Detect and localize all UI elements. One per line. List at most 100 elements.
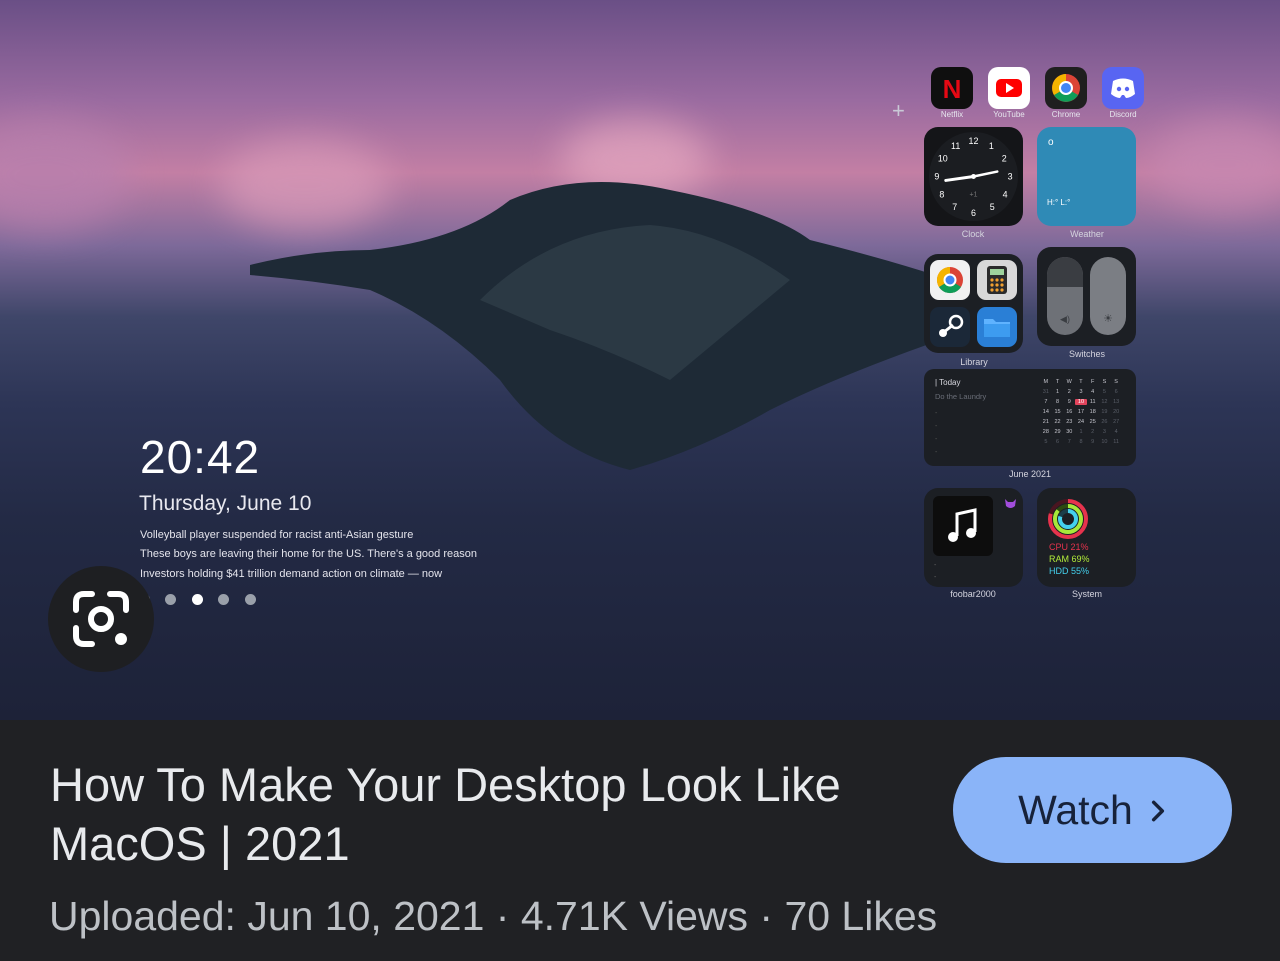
activity-rings-icon — [1048, 499, 1088, 539]
app-label: Netflix — [940, 110, 964, 119]
clock-number: 6 — [971, 208, 976, 218]
widget-label: Clock — [961, 229, 985, 239]
analog-clock: 12 1 2 3 4 5 6 7 8 9 10 11 +1 — [928, 131, 1019, 222]
watch-button-label: Watch — [1018, 786, 1133, 833]
calendar-day[interactable]: 30 — [1063, 429, 1075, 435]
calendar-day[interactable]: 3 — [1099, 429, 1111, 435]
discord-icon[interactable] — [1102, 67, 1144, 109]
calendar-day[interactable]: 8 — [1075, 439, 1087, 445]
calendar-day[interactable]: 4 — [1087, 389, 1099, 395]
sun-icon: ☀ — [1103, 313, 1113, 325]
album-art — [933, 496, 993, 556]
calendar-day[interactable]: 25 — [1087, 419, 1099, 425]
clock-offset: +1 — [970, 191, 978, 198]
calendar-day[interactable]: 14 — [1040, 409, 1052, 415]
calendar-day[interactable]: 7 — [1040, 399, 1052, 405]
carousel-dot[interactable] — [245, 594, 256, 605]
clock-time: 20:42 — [140, 431, 261, 483]
calendar-day[interactable]: 10 — [1099, 439, 1111, 445]
calendar-day[interactable]: 2 — [1063, 389, 1075, 395]
video-title[interactable]: How To Make Your Desktop Look Like MacOS… — [50, 755, 950, 873]
watch-button[interactable]: Watch — [953, 757, 1232, 863]
cloud — [1150, 120, 1280, 210]
calendar-weekday: S — [1114, 379, 1118, 385]
calendar-day[interactable]: 27 — [1110, 419, 1122, 425]
calendar-day[interactable]: 22 — [1052, 419, 1064, 425]
calendar-day[interactable]: 31 — [1040, 389, 1052, 395]
add-widget-icon[interactable]: + — [892, 98, 905, 124]
carousel-dot[interactable] — [218, 594, 229, 605]
widget-label: June 2021 — [1008, 469, 1052, 479]
clock-number: 12 — [969, 136, 979, 146]
calendar-day[interactable]: 21 — [1040, 419, 1052, 425]
calendar-day[interactable]: 11 — [1110, 439, 1122, 445]
calendar-day[interactable]: 18 — [1087, 409, 1099, 415]
youtube-icon[interactable] — [988, 67, 1030, 109]
carousel-dot-active[interactable] — [192, 594, 203, 605]
calendar-day[interactable]: 1 — [1052, 389, 1064, 395]
track-info: -- — [934, 562, 937, 581]
calendar-day[interactable]: 23 — [1063, 419, 1075, 425]
switches-widget[interactable]: ◀) ☀ — [1037, 247, 1136, 346]
chrome-icon[interactable] — [930, 260, 970, 300]
calendar-weekday: S — [1102, 379, 1107, 385]
ram-usage: RAM 69% — [1049, 554, 1090, 564]
music-note-icon — [948, 508, 977, 542]
calendar-day[interactable]: 1 — [1075, 429, 1087, 435]
calendar-day[interactable]: 10 — [1075, 399, 1087, 405]
calendar-day[interactable]: 13 — [1110, 399, 1122, 405]
calendar-day[interactable]: 3 — [1075, 389, 1087, 395]
calendar-day[interactable]: 20 — [1110, 409, 1122, 415]
calendar-day[interactable]: 6 — [1110, 389, 1122, 395]
chevron-right-icon — [1149, 787, 1167, 834]
carousel-dot[interactable] — [165, 594, 176, 605]
calendar-day[interactable]: 8 — [1052, 399, 1064, 405]
folder-icon[interactable] — [977, 307, 1017, 347]
music-widget[interactable]: -- — [924, 488, 1023, 587]
calendar-day[interactable]: 12 — [1099, 399, 1111, 405]
video-thumbnail[interactable]: 20:42 Thursday, June 10 Volleyball playe… — [0, 0, 1280, 720]
calendar-day[interactable]: 19 — [1099, 409, 1111, 415]
cloud — [0, 120, 130, 230]
brightness-slider[interactable]: ☀ — [1090, 257, 1126, 335]
netflix-icon[interactable]: N — [931, 67, 973, 109]
library-widget[interactable] — [924, 254, 1023, 353]
calendar-day[interactable]: 9 — [1087, 439, 1099, 445]
calendar-weekday: M — [1043, 379, 1049, 385]
calendar-day[interactable]: 5 — [1040, 439, 1052, 445]
news-headline: These boys are leaving their home for th… — [140, 548, 477, 560]
calendar-day[interactable]: 7 — [1063, 439, 1075, 445]
calendar-day[interactable]: 29 — [1052, 429, 1064, 435]
calendar-weekday: T — [1055, 379, 1060, 385]
system-widget[interactable]: CPU 21% RAM 69% HDD 55% — [1037, 488, 1136, 587]
app-label: Discord — [1109, 110, 1137, 119]
calendar-day[interactable]: 28 — [1040, 429, 1052, 435]
widget-label: foobar2000 — [950, 589, 996, 599]
chrome-icon[interactable] — [1045, 67, 1087, 109]
calendar-day[interactable]: 2 — [1087, 429, 1099, 435]
clock-number: 11 — [951, 141, 960, 151]
calendar-day[interactable]: 26 — [1099, 419, 1111, 425]
video-meta: Uploaded: Jun 10, 2021 · 4.71K Views · 7… — [49, 893, 938, 939]
calendar-day[interactable]: 9 — [1063, 399, 1075, 405]
widget-label: Switches — [1068, 349, 1105, 359]
calendar-day[interactable]: 5 — [1099, 389, 1111, 395]
steam-icon[interactable] — [930, 307, 970, 347]
volume-slider[interactable]: ◀) — [1047, 257, 1083, 335]
weather-widget[interactable]: o H:° L:° — [1037, 127, 1136, 226]
clock-widget[interactable]: 12 1 2 3 4 5 6 7 8 9 10 11 +1 — [924, 127, 1023, 226]
calendar-weekday: W — [1066, 379, 1072, 385]
lens-button[interactable] — [48, 566, 154, 672]
calculator-icon[interactable] — [977, 260, 1017, 300]
calendar-day[interactable]: 6 — [1052, 439, 1064, 445]
todo-bullets: ---- — [935, 410, 938, 456]
calendar-day[interactable]: 15 — [1052, 409, 1064, 415]
calendar-day[interactable]: 24 — [1075, 419, 1087, 425]
calendar-day[interactable]: 4 — [1110, 429, 1122, 435]
app-label: Chrome — [1051, 110, 1081, 119]
calendar-day[interactable]: 11 — [1087, 399, 1099, 405]
calendar-day[interactable]: 17 — [1075, 409, 1087, 415]
cpu-usage: CPU 21% — [1049, 542, 1089, 552]
widget-label: Weather — [1070, 229, 1104, 239]
calendar-day[interactable]: 16 — [1063, 409, 1075, 415]
